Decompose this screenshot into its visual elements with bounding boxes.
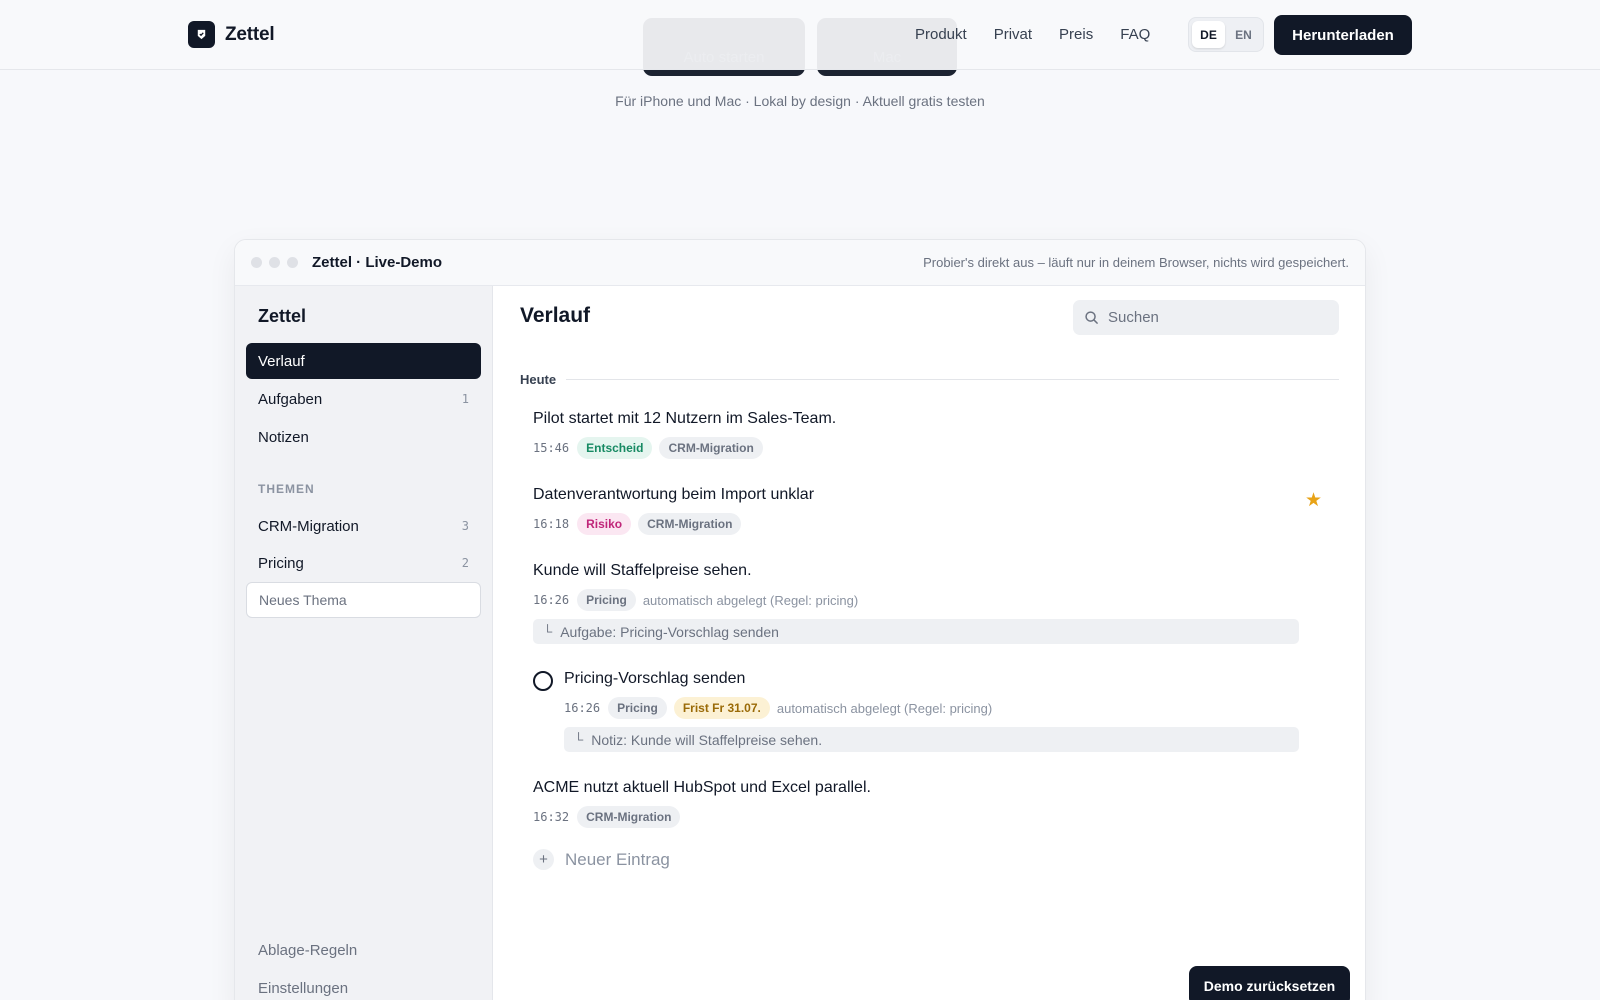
link-arrow-icon: └ [543,624,553,639]
task-checkbox[interactable] [533,671,553,691]
sidebar-item-label: Aufgaben [258,390,323,408]
entry-meta: 16:26 Pricing automatisch abgelegt (Rege… [533,589,1299,611]
demo-title: Zettel · Live-Demo [312,254,443,271]
link-arrow-icon: └ [574,732,584,747]
tag-topic[interactable]: Pricing [608,697,667,719]
entry-time: 16:26 [564,701,601,715]
day-label: Heute [520,372,557,387]
nav-link-produkt[interactable]: Produkt [915,26,967,43]
tag-topic[interactable]: CRM-Migration [577,806,681,828]
tag-decision[interactable]: Entscheid [577,437,653,459]
search-box[interactable] [1073,300,1339,335]
sidebar-item-verlauf[interactable]: Verlauf [246,343,481,379]
nav-links: Produkt Privat Preis FAQ [915,0,1150,68]
entry-meta: 16:18 Risiko CRM-Migration [533,513,1299,535]
main-panel: Verlauf Heute Pilot startet mit 12 Nutze… [493,286,1365,1000]
sidebar-item-notizen[interactable]: Notizen [246,419,481,455]
auto-filed-note: automatisch abgelegt (Regel: pricing) [776,700,993,716]
sidebar-item-label: CRM-Migration [258,517,359,535]
list-item[interactable]: Datenverantwortung beim Import unklar 16… [533,486,1299,535]
window-controls [251,257,298,268]
auto-filed-note: automatisch abgelegt (Regel: pricing) [642,592,859,608]
sidebar-title: Zettel [258,306,307,326]
demo-window: Zettel · Live-Demo Probier's direkt aus … [234,239,1366,1000]
list-item[interactable]: ACME nutzt aktuell HubSpot und Excel par… [533,779,1299,828]
download-button[interactable]: Herunterladen [1274,15,1412,55]
sidebar-item-aufgaben[interactable]: Aufgaben 1 [246,381,481,417]
nav-link-privat[interactable]: Privat [994,26,1032,43]
day-separator: Heute [520,372,1339,387]
linked-item[interactable]: └ Notiz: Kunde will Staffelpreise sehen. [564,727,1299,752]
lang-option-en[interactable]: EN [1227,21,1260,48]
brand-name: Zettel [225,23,275,45]
lang-option-de[interactable]: DE [1192,21,1225,48]
linked-item[interactable]: └ Aufgabe: Pricing-Vorschlag senden [533,619,1299,644]
sidebar-item-label: Verlauf [258,352,305,370]
plus-icon: + [533,849,554,870]
nav-link-preis[interactable]: Preis [1059,26,1093,43]
window-dot-icon [287,257,298,268]
entry-time: 16:32 [533,810,570,824]
linked-item-label: Aufgabe: Pricing-Vorschlag senden [560,623,779,640]
demo-titlebar: Zettel · Live-Demo Probier's direkt aus … [235,240,1365,286]
tag-topic[interactable]: CRM-Migration [659,437,763,459]
window-dot-icon [251,257,262,268]
divider [566,379,1339,380]
star-icon[interactable]: ★ [1305,489,1322,512]
tag-topic[interactable]: CRM-Migration [638,513,742,535]
demo-hint: Probier's direkt aus – läuft nur in dein… [923,255,1349,270]
list-item[interactable]: Kunde will Staffelpreise sehen. 16:26 Pr… [533,562,1299,644]
sidebar-link-ablage-regeln[interactable]: Ablage-Regeln [258,942,357,959]
sidebar-item-label: Pricing [258,554,304,572]
entry-time: 15:46 [533,441,570,455]
sidebar-topic-crm-migration[interactable]: CRM-Migration 3 [246,508,481,544]
language-switch: DE EN [1188,17,1264,52]
sidebar-item-count: 3 [461,519,469,533]
sidebar-item-count: 1 [461,392,469,406]
sidebar-item-label: Notizen [258,428,309,446]
entry-time: 16:18 [533,517,570,531]
entry-text: Kunde will Staffelpreise sehen. [533,562,752,579]
entry-meta: 16:26 Pricing Frist Fr 31.07. automatisc… [564,697,1299,719]
page-title: Verlauf [520,304,591,327]
sidebar-section-heading: THEMEN [258,482,315,496]
entry-meta: 15:46 Entscheid CRM-Migration [533,437,1299,459]
hero-subline: Für iPhone und Mac · Lokal by design · A… [615,93,985,109]
search-icon [1085,311,1098,324]
sidebar: Zettel Verlauf Aufgaben 1 Notizen THEMEN… [235,286,493,1000]
demo-reset-button[interactable]: Demo zurücksetzen [1189,966,1350,1000]
new-entry-button[interactable]: + Neuer Eintrag [533,849,670,870]
new-entry-label: Neuer Eintrag [565,849,670,869]
sidebar-item-count: 2 [461,556,469,570]
entry-meta: 16:32 CRM-Migration [533,806,1299,828]
entry-text: Datenverantwortung beim Import unklar [533,486,815,503]
tag-risk[interactable]: Risiko [577,513,632,535]
nav-link-faq[interactable]: FAQ [1120,26,1150,43]
window-dot-icon [269,257,280,268]
sidebar-topic-pricing[interactable]: Pricing 2 [246,545,481,581]
top-navigation: Zettel Produkt Privat Preis FAQ DE EN He… [0,0,1600,70]
sidebar-link-einstellungen[interactable]: Einstellungen [258,980,348,997]
list-item[interactable]: Pilot startet mit 12 Nutzern im Sales-Te… [533,410,1299,459]
tag-topic[interactable]: Pricing [577,589,636,611]
list-item[interactable]: Pricing-Vorschlag senden 16:26 Pricing F… [564,670,1299,752]
entry-text: Pricing-Vorschlag senden [564,670,746,687]
brand[interactable]: Zettel [188,21,275,48]
entry-text: ACME nutzt aktuell HubSpot und Excel par… [533,779,871,796]
entry-time: 16:26 [533,593,570,607]
entry-text: Pilot startet mit 12 Nutzern im Sales-Te… [533,410,837,427]
new-topic-input[interactable] [246,582,481,618]
search-input[interactable] [1108,309,1328,326]
linked-item-label: Notiz: Kunde will Staffelpreise sehen. [591,731,823,748]
tag-deadline[interactable]: Frist Fr 31.07. [673,697,770,719]
zettel-logo-icon [188,21,215,48]
